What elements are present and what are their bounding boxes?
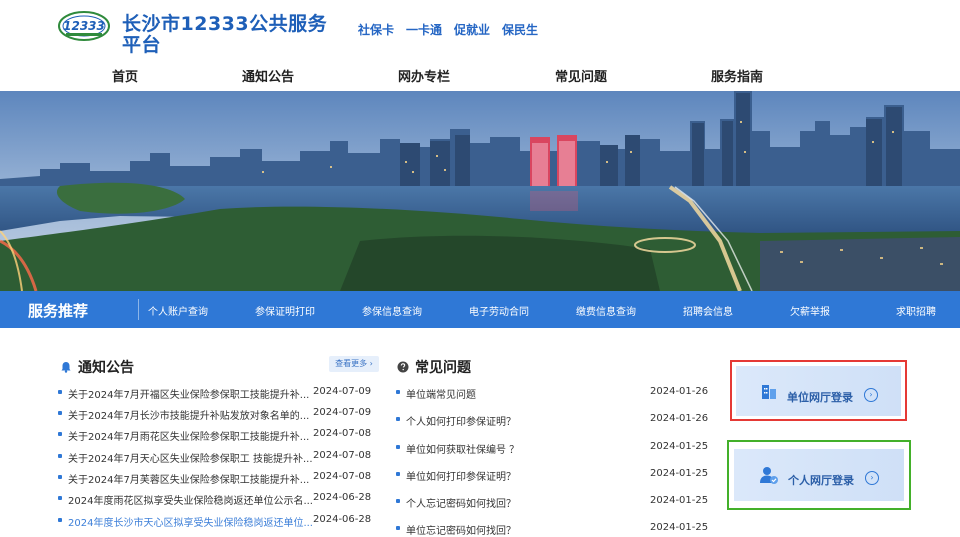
main-nav: 首页 通知公告 网办专栏 常见问题 服务指南 [0,62,960,90]
faq-date: 2024-01-25 [650,495,709,506]
slogan-1: 社保卡 [358,23,395,37]
bullet [396,472,400,476]
faq-item[interactable]: 个人忘记密码如何找回？ 2024-01-25 [396,495,709,510]
question-icon [397,361,409,373]
banner-image [0,91,960,291]
user-icon [760,467,778,484]
service-wage-report[interactable]: 欠薪举报 [790,303,830,318]
notice-date: 2024-07-09 [313,386,372,397]
bullet [58,390,62,394]
notice-item[interactable]: 关于2024年7月开福区失业保险参保职工技能提升补... 2024-07-09 [58,386,378,401]
arrow-right-icon: › [865,471,879,485]
notice-date: 2024-07-09 [313,407,372,418]
notice-date: 2024-07-08 [313,450,372,461]
faq-date: 2024-01-25 [650,522,709,533]
notices-title: 通知公告 [78,360,134,376]
bullet [58,518,62,522]
service-insurance-certificate[interactable]: 参保证明打印 [255,303,315,318]
service-insurance-info[interactable]: 参保信息查询 [362,303,422,318]
nav-online-services[interactable]: 网办专栏 [398,66,450,85]
bullet [396,445,400,449]
nav-faq[interactable]: 常见问题 [555,66,607,85]
service-labor-contract[interactable]: 电子劳动合同 [469,303,529,318]
notices-header: 通知公告 [60,357,134,377]
faq-text: 单位端常见问题 [406,390,476,401]
logo-text: 12333 [63,19,105,33]
unit-login-label: 单位网厅登录 [787,391,853,404]
personal-login-label: 个人网厅登录 [788,474,854,487]
faq-text: 个人忘记密码如何找回？ [406,499,516,510]
faq-item[interactable]: 单位忘记密码如何找回？ 2024-01-25 [396,522,709,537]
notice-item[interactable]: 2024年度长沙市天心区拟享受失业保险稳岗返还单位... 2024-06-28 [58,514,378,529]
bell-icon [61,362,71,373]
building-icon [762,385,776,399]
notice-item[interactable]: 关于2024年7月芙蓉区失业保险参保职工技能提升补... 2024-07-08 [58,471,378,486]
bullet [396,417,400,421]
site-title: 长沙市12333公共服务平台 [122,13,328,56]
personal-login-button[interactable]: 个人网厅登录 › [734,449,904,501]
faq-title: 常见问题 [415,360,471,376]
header: 12333 长沙市12333公共服务平台 社保卡 一卡通 促就业 保民生 [0,0,960,62]
slogan-2: 一卡通 [406,23,443,37]
nav-home[interactable]: 首页 [112,66,138,85]
notice-text: 关于2024年7月芙蓉区失业保险参保职工技能提升补... [68,475,310,486]
faq-item[interactable]: 单位端常见问题 2024-01-26 [396,386,709,401]
faq-text: 单位如何获取社保编号 ？ [406,445,520,456]
faq-date: 2024-01-26 [650,386,709,397]
faq-date: 2024-01-25 [650,441,709,452]
bullet [58,475,62,479]
nav-guide[interactable]: 服务指南 [711,66,763,85]
notice-text: 关于2024年7月雨花区失业保险参保职工技能提升补... [68,432,310,443]
notice-date: 2024-07-08 [313,471,372,482]
nav-notices[interactable]: 通知公告 [242,66,294,85]
notice-date: 2024-06-28 [313,514,372,525]
notice-date: 2024-07-08 [313,428,372,439]
logo[interactable]: 12333 [58,10,110,42]
bullet [58,411,62,415]
faq-item[interactable]: 单位如何获取社保编号 ？ 2024-01-25 [396,441,709,456]
faq-item[interactable]: 单位如何打印参保证明？ 2024-01-25 [396,468,709,483]
faq-header: 常见问题 [397,357,471,377]
notice-text: 2024年度雨花区拟享受失业保险稳岗返还单位公示名... [68,496,313,507]
slogan-4: 保民生 [502,23,539,37]
service-divider [138,299,139,320]
faq-text: 个人如何打印参保证明？ [406,417,516,428]
notice-text: 关于2024年7月天心区失业保险参保职工 技能提升补... [68,454,313,465]
slogans: 社保卡 一卡通 促就业 保民生 [358,21,538,38]
notice-item[interactable]: 2024年度雨花区拟享受失业保险稳岗返还单位公示名... 2024-06-28 [58,492,378,507]
service-job-fair[interactable]: 招聘会信息 [683,303,733,318]
notice-item[interactable]: 关于2024年7月长沙市技能提升补贴发放对象名单的... 2024-07-09 [58,407,378,422]
faq-date: 2024-01-25 [650,468,709,479]
faq-date: 2024-01-26 [650,413,709,424]
bullet [58,454,62,458]
notice-item[interactable]: 关于2024年7月雨花区失业保险参保职工技能提升补... 2024-07-08 [58,428,378,443]
slogan-3: 促就业 [454,23,491,37]
bullet [58,432,62,436]
notice-text: 关于2024年7月长沙市技能提升补贴发放对象名单的... [68,411,310,422]
faq-item[interactable]: 个人如何打印参保证明？ 2024-01-26 [396,413,709,428]
bullet [396,390,400,394]
service-payment-info[interactable]: 缴费信息查询 [576,303,636,318]
notice-item[interactable]: 关于2024年7月天心区失业保险参保职工 技能提升补... 2024-07-08 [58,450,378,465]
service-recommend-title: 服务推荐 [28,302,89,320]
bullet [396,526,400,530]
faq-text: 单位如何打印参保证明？ [406,472,516,483]
notice-text: 关于2024年7月开福区失业保险参保职工技能提升补... [68,390,310,401]
notice-text: 2024年度长沙市天心区拟享受失业保险稳岗返还单位... [68,518,313,529]
service-personal-account[interactable]: 个人账户查询 [148,303,208,318]
view-more-button[interactable]: 查看更多 › [329,356,379,372]
bullet [58,496,62,500]
service-recommend-bar: 服务推荐 个人账户查询 参保证明打印 参保信息查询 电子劳动合同 缴费信息查询 … [0,291,960,328]
notice-date: 2024-06-28 [313,492,372,503]
unit-login-button[interactable]: 单位网厅登录 › [736,366,901,416]
arrow-right-icon: › [864,388,878,402]
service-job-search[interactable]: 求职招聘 [896,303,936,318]
bullet [396,499,400,503]
